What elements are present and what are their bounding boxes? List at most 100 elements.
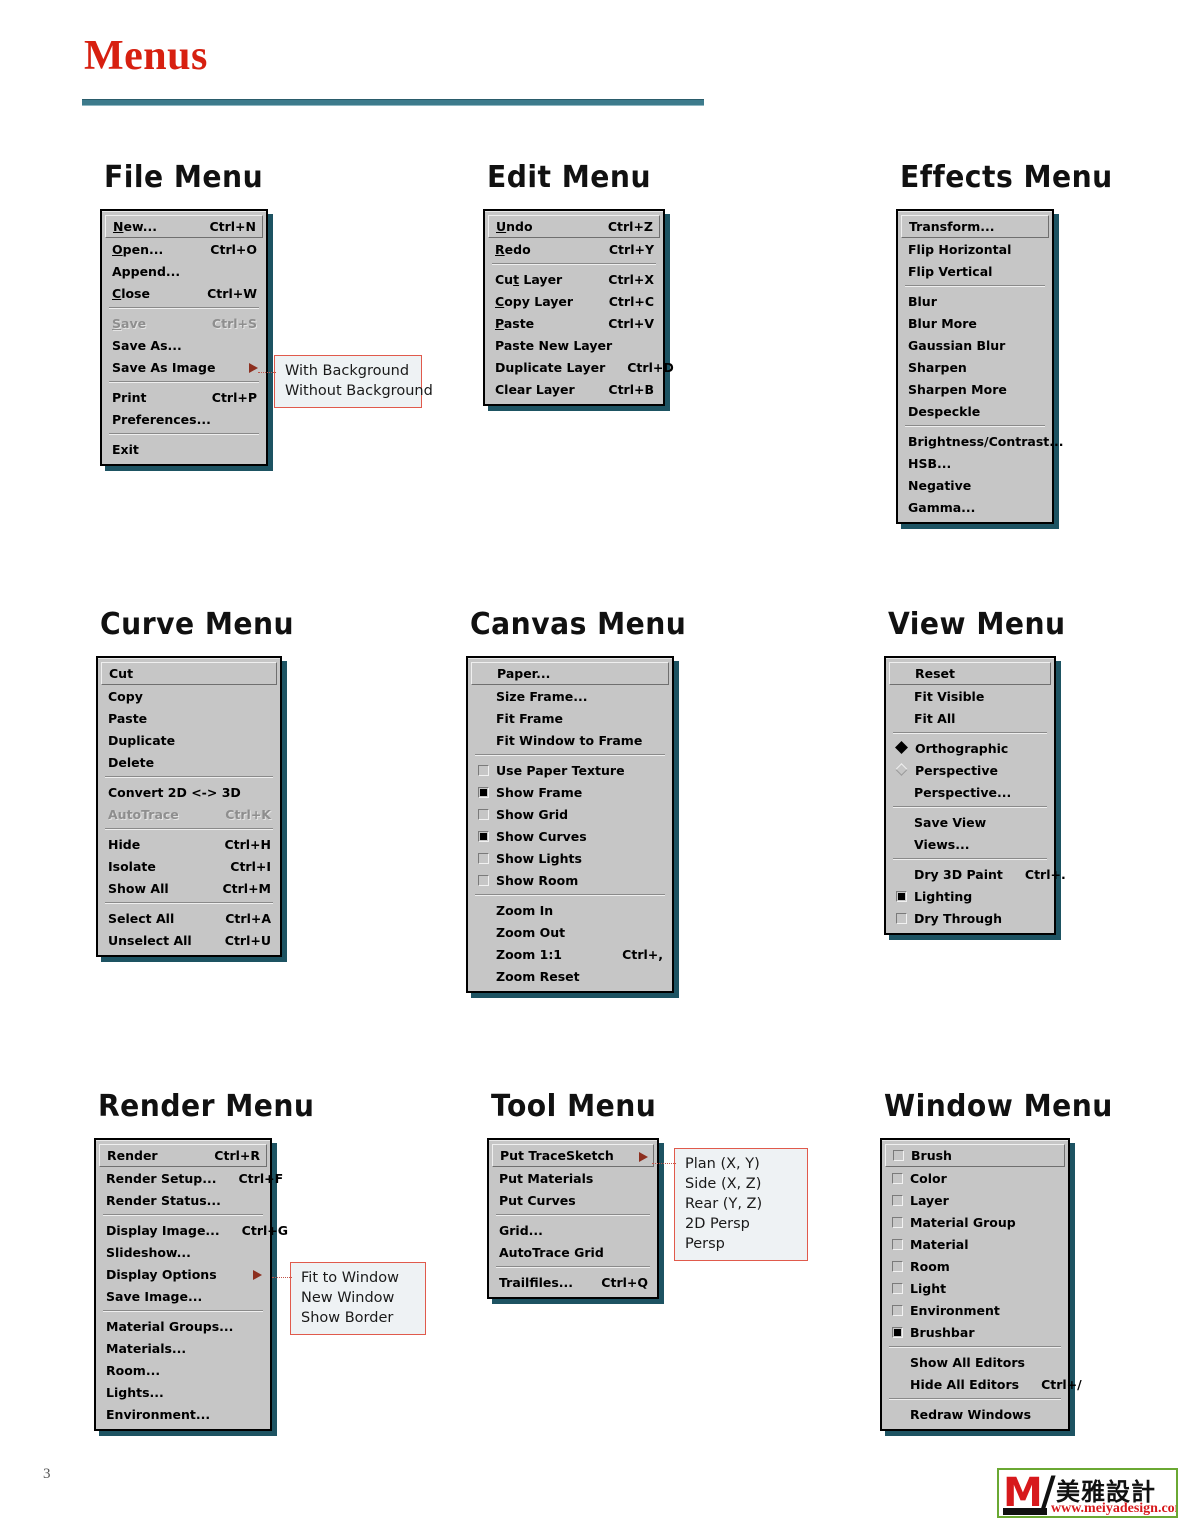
menu-item-effects-transform[interactable]: Transform... — [901, 215, 1049, 238]
menu-item-effects-sharpen-more[interactable]: Sharpen More — [901, 378, 1049, 400]
menu-item-edit-cut-layer[interactable]: Cut Layer Ctrl+X — [488, 268, 660, 290]
callout-item[interactable]: Plan (X, Y) — [685, 1154, 797, 1174]
menu-item-file-append[interactable]: Append... — [105, 260, 263, 282]
menu-item-canvas-size-frame[interactable]: Size Frame... — [471, 685, 669, 707]
menu-item-curve-unselect-all[interactable]: Unselect All Ctrl+U — [101, 929, 277, 951]
menu-item-canvas-zoom-out[interactable]: Zoom Out — [471, 921, 669, 943]
menu-item-edit-undo[interactable]: Undo Ctrl+Z — [488, 215, 660, 238]
radio-unselected-icon[interactable] — [896, 764, 909, 777]
menu-item-render-display-image[interactable]: Display Image... Ctrl+G — [99, 1219, 288, 1241]
menu-item-file-close[interactable]: Close Ctrl+W — [105, 282, 263, 304]
menu-item-window-room[interactable]: Room — [885, 1255, 1065, 1277]
menu-item-curve-convert-2d-3d[interactable]: Convert 2D <-> 3D — [101, 781, 277, 803]
menu-item-curve-hide[interactable]: Hide Ctrl+H — [101, 833, 277, 855]
menu-item-canvas-zoom-1-1[interactable]: Zoom 1:1 Ctrl+, — [471, 943, 669, 965]
menu-item-canvas-show-frame[interactable]: Show Frame — [471, 781, 669, 803]
submenu-arrow-icon[interactable] — [615, 1150, 648, 1162]
menu-item-window-hide-all-editors[interactable]: Hide All Editors Ctrl+/ — [885, 1373, 1082, 1395]
menu-item-window-light[interactable]: Light — [885, 1277, 1065, 1299]
checkbox-checked-icon[interactable] — [892, 1326, 903, 1338]
callout-item[interactable]: Rear (Y, Z) — [685, 1194, 797, 1214]
menu-item-view-orthographic[interactable]: Orthographic — [889, 737, 1051, 759]
callout-item[interactable]: Fit to Window — [301, 1268, 415, 1288]
menu-item-edit-paste[interactable]: Paste Ctrl+V — [488, 312, 660, 334]
menu-item-edit-clear-layer[interactable]: Clear Layer Ctrl+B — [488, 378, 660, 400]
menu-item-curve-show-all[interactable]: Show All Ctrl+M — [101, 877, 277, 899]
menu-item-window-brush[interactable]: Brush — [885, 1144, 1065, 1167]
checkbox-checked-icon[interactable] — [896, 890, 907, 902]
checkbox-unchecked-icon[interactable] — [896, 912, 907, 924]
menu-item-tool-trailfiles[interactable]: Trailfiles... Ctrl+Q — [492, 1271, 654, 1293]
checkbox-checked-icon[interactable] — [478, 830, 489, 842]
menu-item-view-perspective[interactable]: Perspective — [889, 759, 1051, 781]
checkbox-unchecked-icon[interactable] — [892, 1304, 903, 1316]
menu-item-window-color[interactable]: Color — [885, 1167, 1065, 1189]
menu-item-file-new[interactable]: New... Ctrl+N — [105, 215, 263, 238]
menu-item-effects-gaussian-blur[interactable]: Gaussian Blur — [901, 334, 1049, 356]
checkbox-unchecked-icon[interactable] — [478, 764, 489, 776]
callout-item[interactable]: Show Border — [301, 1308, 415, 1328]
menu-item-file-open[interactable]: Open... Ctrl+O — [105, 238, 263, 260]
menu-item-render-materials[interactable]: Materials... — [99, 1337, 267, 1359]
menu-item-canvas-zoom-reset[interactable]: Zoom Reset — [471, 965, 669, 987]
menu-item-window-show-all-editors[interactable]: Show All Editors — [885, 1351, 1065, 1373]
menu-item-effects-flip-vertical[interactable]: Flip Vertical — [901, 260, 1049, 282]
menu-item-window-layer[interactable]: Layer — [885, 1189, 1065, 1211]
callout-item[interactable]: Side (X, Z) — [685, 1174, 797, 1194]
menu-item-effects-negative[interactable]: Negative — [901, 474, 1049, 496]
callout-item[interactable]: 2D Persp — [685, 1214, 797, 1234]
menu-item-file-exit[interactable]: Exit — [105, 438, 263, 460]
menu-item-effects-hsb[interactable]: HSB... — [901, 452, 1049, 474]
menu-item-view-dry-3d-paint[interactable]: Dry 3D Paint Ctrl+. — [889, 863, 1066, 885]
menu-item-curve-duplicate[interactable]: Duplicate — [101, 729, 277, 751]
menu-item-render-display-options[interactable]: Display Options — [99, 1263, 267, 1285]
menu-item-view-save-view[interactable]: Save View — [889, 811, 1051, 833]
menu-item-canvas-paper[interactable]: Paper... — [471, 662, 669, 685]
menu-item-canvas-zoom-in[interactable]: Zoom In — [471, 899, 669, 921]
menu-item-view-fit-all[interactable]: Fit All — [889, 707, 1051, 729]
checkbox-checked-icon[interactable] — [478, 786, 489, 798]
menu-item-render-save-image[interactable]: Save Image... — [99, 1285, 267, 1307]
menu-item-curve-copy[interactable]: Copy — [101, 685, 277, 707]
callout-item[interactable]: Persp — [685, 1234, 797, 1254]
menu-item-tool-grid[interactable]: Grid... — [492, 1219, 654, 1241]
checkbox-unchecked-icon[interactable] — [478, 874, 489, 886]
menu-item-effects-blur-more[interactable]: Blur More — [901, 312, 1049, 334]
menu-item-view-perspective[interactable]: Perspective... — [889, 781, 1051, 803]
menu-item-file-save-as[interactable]: Save As... — [105, 334, 263, 356]
menu-item-edit-duplicate-layer[interactable]: Duplicate Layer Ctrl+D — [488, 356, 674, 378]
menu-item-curve-cut[interactable]: Cut — [101, 662, 277, 685]
submenu-arrow-icon[interactable] — [225, 361, 258, 373]
menu-item-render-slideshow[interactable]: Slideshow... — [99, 1241, 267, 1263]
menu-item-effects-gamma[interactable]: Gamma... — [901, 496, 1049, 518]
menu-item-canvas-fit-window-to-frame[interactable]: Fit Window to Frame — [471, 729, 669, 751]
menu-item-view-views[interactable]: Views... — [889, 833, 1051, 855]
menu-item-view-reset[interactable]: Reset — [889, 662, 1051, 685]
checkbox-unchecked-icon[interactable] — [892, 1172, 903, 1184]
menu-item-curve-isolate[interactable]: Isolate Ctrl+I — [101, 855, 277, 877]
callout-item[interactable]: New Window — [301, 1288, 415, 1308]
menu-item-edit-copy-layer[interactable]: Copy Layer Ctrl+C — [488, 290, 660, 312]
menu-item-tool-put-materials[interactable]: Put Materials — [492, 1167, 654, 1189]
menu-item-render-room[interactable]: Room... — [99, 1359, 267, 1381]
menu-item-canvas-show-grid[interactable]: Show Grid — [471, 803, 669, 825]
menu-item-window-environment[interactable]: Environment — [885, 1299, 1065, 1321]
checkbox-unchecked-icon[interactable] — [478, 808, 489, 820]
menu-item-window-material-group[interactable]: Material Group — [885, 1211, 1065, 1233]
menu-item-curve-delete[interactable]: Delete — [101, 751, 277, 773]
radio-selected-icon[interactable] — [896, 742, 909, 755]
menu-item-edit-paste-new-layer[interactable]: Paste New Layer — [488, 334, 660, 356]
menu-item-effects-sharpen[interactable]: Sharpen — [901, 356, 1049, 378]
checkbox-unchecked-icon[interactable] — [893, 1150, 904, 1161]
menu-item-effects-brightness-contrast[interactable]: Brightness/Contrast... — [901, 430, 1064, 452]
menu-item-view-lighting[interactable]: Lighting — [889, 885, 1051, 907]
menu-item-render-render[interactable]: Render Ctrl+R — [99, 1144, 267, 1167]
menu-item-canvas-fit-frame[interactable]: Fit Frame — [471, 707, 669, 729]
menu-item-file-save-as-image[interactable]: Save As Image — [105, 356, 263, 378]
menu-item-window-brushbar[interactable]: Brushbar — [885, 1321, 1065, 1343]
menu-item-canvas-show-room[interactable]: Show Room — [471, 869, 669, 891]
menu-item-canvas-show-curves[interactable]: Show Curves — [471, 825, 669, 847]
menu-item-effects-despeckle[interactable]: Despeckle — [901, 400, 1049, 422]
menu-item-file-print[interactable]: Print Ctrl+P — [105, 386, 263, 408]
menu-item-canvas-show-lights[interactable]: Show Lights — [471, 847, 669, 869]
